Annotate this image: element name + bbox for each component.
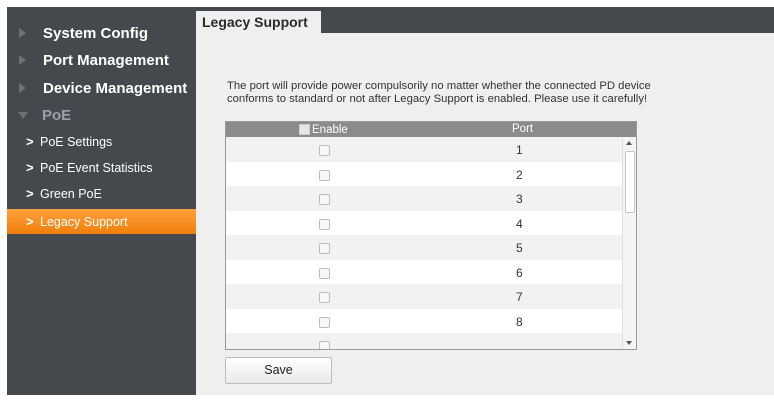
column-header-enable: Enable <box>312 123 348 136</box>
port-number: 2 <box>516 167 523 182</box>
port-number: 6 <box>516 265 523 280</box>
sidebar-item-label: System Config <box>43 24 149 42</box>
port-enable-checkbox[interactable] <box>319 292 330 303</box>
port-number: 3 <box>516 192 523 206</box>
port-enable-checkbox[interactable] <box>319 341 330 349</box>
port-number: 7 <box>516 290 523 304</box>
port-enable-checkbox[interactable] <box>319 169 330 181</box>
enable-all-checkbox[interactable] <box>299 124 310 135</box>
expand-arrow-icon <box>19 55 26 65</box>
sidebar-item-port-management[interactable]: Port Management <box>7 47 196 73</box>
notice-line: conforms to standard or not after Legacy… <box>227 93 648 105</box>
port-enable-checkbox[interactable] <box>319 145 330 156</box>
sidebar-item-green-poe[interactable]: > Green PoE <box>7 181 196 206</box>
port-enable-checkbox[interactable] <box>319 243 330 254</box>
expand-arrow-icon <box>19 83 26 93</box>
port-enable-checkbox[interactable] <box>319 316 330 328</box>
port-enable-checkbox[interactable] <box>319 267 330 279</box>
port-enable-checkbox[interactable] <box>319 194 330 205</box>
chevron-right-icon: > <box>26 186 34 201</box>
sidebar-item-poe[interactable]: PoE <box>7 102 196 128</box>
sidebar-item-label: PoE Event Statistics <box>40 160 153 175</box>
port-number: 4 <box>516 216 523 231</box>
port-enable-checkbox[interactable] <box>319 218 330 230</box>
table-scrollbar[interactable] <box>622 137 636 349</box>
sidebar-item-label: Device Management <box>43 79 188 97</box>
sidebar-item-label: PoE <box>42 106 72 124</box>
sidebar-item-label: PoE Settings <box>40 134 113 149</box>
port-number: 5 <box>516 241 523 255</box>
expand-arrow-icon <box>19 28 26 38</box>
legacy-support-table: Enable Port 1 2 3 4 5 6 7 8 <box>225 121 637 350</box>
sidebar-item-system-config[interactable]: System Config <box>7 20 196 46</box>
column-header-port: Port <box>512 123 534 135</box>
chevron-right-icon: > <box>26 134 34 149</box>
table-row: 1 <box>226 137 623 162</box>
scrollbar-thumb[interactable] <box>625 151 635 213</box>
notice-text: The port will provide power compulsorily… <box>227 80 747 106</box>
sidebar-item-device-management[interactable]: Device Management <box>7 75 196 101</box>
sidebar-item-poe-event-statistics[interactable]: > PoE Event Statistics <box>7 155 196 180</box>
sidebar-item-poe-settings[interactable]: > PoE Settings <box>7 129 196 154</box>
table-row: 6 <box>226 259 623 284</box>
table-row: 7 <box>226 284 623 309</box>
sidebar: System Config Port Management Device Man… <box>7 7 196 395</box>
save-button[interactable]: Save <box>225 357 332 384</box>
table-row: 3 <box>226 186 623 211</box>
table-row-partial <box>226 333 623 349</box>
tab-bar: Legacy Support <box>196 7 774 33</box>
table-row: 5 <box>226 235 623 260</box>
port-number: 1 <box>516 143 523 157</box>
tab-legacy-support[interactable]: Legacy Support <box>196 11 321 33</box>
port-number: 8 <box>516 314 523 329</box>
chevron-right-icon: > <box>26 214 34 229</box>
scroll-down-arrow-icon[interactable] <box>626 341 632 345</box>
table-row: 8 <box>226 308 623 333</box>
chevron-right-icon: > <box>26 160 34 175</box>
notice-line: The port will provide power compulsorily… <box>227 80 651 92</box>
sidebar-item-label: Green PoE <box>40 186 102 201</box>
main-content: Legacy Support The port will provide pow… <box>196 7 774 395</box>
table-body: 1 2 3 4 5 6 7 8 <box>226 137 623 349</box>
collapse-arrow-icon <box>18 111 28 119</box>
sidebar-item-label: Port Management <box>43 51 169 69</box>
sidebar-item-legacy-support[interactable]: > Legacy Support <box>7 209 196 234</box>
enable-all-header: Enable <box>299 122 348 137</box>
table-row: 4 <box>226 210 623 235</box>
sidebar-item-label: Legacy Support <box>40 214 128 229</box>
table-header: Enable Port <box>226 122 636 137</box>
table-row: 2 <box>226 161 623 186</box>
scroll-up-arrow-icon[interactable] <box>626 141 632 145</box>
